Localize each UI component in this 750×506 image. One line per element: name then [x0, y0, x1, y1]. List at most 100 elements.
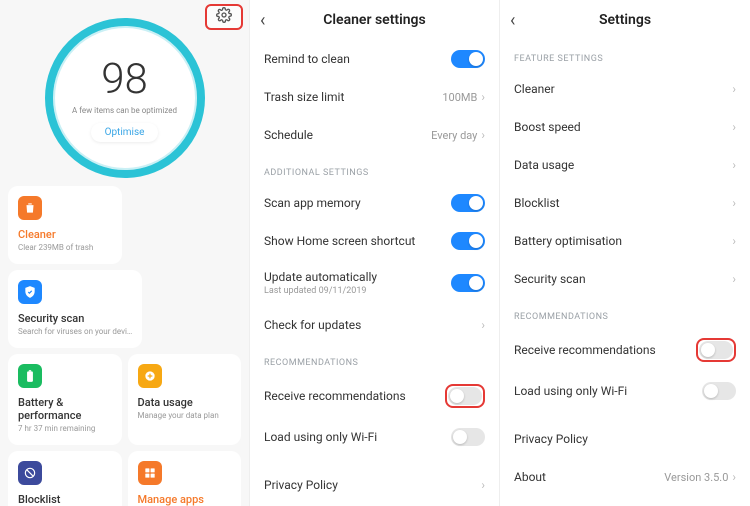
block-icon: [18, 461, 42, 485]
toggle-switch[interactable]: [451, 50, 485, 68]
privacy-label: Privacy Policy: [514, 432, 588, 446]
settings-panel: ‹ Settings FEATURE SETTINGS Cleaner›Boos…: [500, 0, 750, 506]
section-recommendations: RECOMMENDATIONS: [500, 298, 750, 328]
score-value: 98: [101, 55, 148, 104]
row-value: Every day: [431, 129, 477, 142]
card-title: Cleaner: [18, 228, 112, 241]
chevron-right-icon: ›: [481, 318, 485, 332]
row-label: Blocklist: [514, 196, 560, 210]
chevron-right-icon: ›: [732, 82, 736, 96]
chevron-right-icon: ›: [481, 478, 485, 492]
setting-row-show-home-screen-shortcut[interactable]: Show Home screen shortcut: [250, 222, 499, 260]
about-label: About: [514, 470, 546, 484]
gear-icon[interactable]: [216, 7, 232, 27]
row-label: Security scan: [514, 272, 586, 286]
setting-row-update-automatically[interactable]: Update automatically Last updated 09/11/2…: [250, 260, 499, 306]
trash-icon: [18, 196, 42, 220]
about-value: Version 3.5.0: [664, 471, 728, 484]
section-additional: ADDITIONAL SETTINGS: [250, 154, 499, 184]
setting-row-cleaner[interactable]: Cleaner ›: [500, 70, 750, 108]
chevron-right-icon: ›: [732, 470, 736, 484]
highlight-box: [445, 384, 485, 408]
toggle-switch[interactable]: [451, 232, 485, 250]
privacy-policy-row[interactable]: Privacy Policy: [500, 420, 750, 458]
row-label: Check for updates: [264, 318, 361, 332]
page-title: Cleaner settings: [260, 12, 489, 28]
setting-row-trash-size-limit[interactable]: Trash size limit100MB›: [250, 78, 499, 116]
card-subtitle: 7 hr 37 min remaining: [18, 424, 112, 433]
row-label: Cleaner: [514, 82, 555, 96]
setting-row-receive-recommendations[interactable]: Receive recommendations: [250, 374, 499, 418]
row-label: Load using only Wi-Fi: [514, 384, 627, 398]
chevron-right-icon: ›: [732, 234, 736, 248]
setting-row-load-using-only-wi-fi[interactable]: Load using only Wi-Fi: [500, 372, 750, 410]
row-label: Remind to clean: [264, 52, 350, 66]
security-home-panel: 98 A few items can be optimized Optimise…: [0, 0, 250, 506]
battery-icon: [18, 364, 42, 388]
cleaner-settings-panel: ‹ Cleaner settings Remind to cleanTrash …: [250, 0, 500, 506]
row-label: Battery optimisation: [514, 234, 622, 248]
row-value: 100MB: [442, 91, 477, 104]
about-row[interactable]: About Version 3.5.0 ›: [500, 458, 750, 496]
shield-check-icon: [18, 280, 42, 304]
privacy-policy-row[interactable]: Privacy Policy ›: [250, 466, 499, 504]
card-title: Security scan: [18, 312, 132, 325]
row-label: Data usage: [514, 158, 574, 172]
setting-row-blocklist[interactable]: Blocklist ›: [500, 184, 750, 222]
row-label: Scan app memory: [264, 196, 361, 210]
row-label: Receive recommendations: [264, 389, 406, 403]
feature-card-security-scan[interactable]: Security scan Search for viruses on your …: [8, 270, 142, 348]
feature-card-blocklist[interactable]: BlocklistBlock calls and messages: [8, 451, 122, 506]
privacy-label: Privacy Policy: [264, 478, 338, 492]
score-ring: 98 A few items can be optimized Optimise: [45, 18, 205, 178]
setting-row-receive-recommendations[interactable]: Receive recommendations: [500, 328, 750, 372]
row-label: Show Home screen shortcut: [264, 234, 415, 248]
card-subtitle: Manage your data plan: [138, 411, 232, 420]
card-subtitle: Clear 239MB of trash: [18, 243, 112, 252]
chevron-right-icon: ›: [732, 196, 736, 210]
score-subtitle: A few items can be optimized: [72, 106, 177, 115]
feature-card-data-usage[interactable]: Data usage Manage your data plan: [128, 354, 242, 445]
chevron-right-icon: ›: [732, 120, 736, 134]
setting-row-check-for-updates[interactable]: Check for updates ›: [250, 306, 499, 344]
apps-icon: [138, 461, 162, 485]
card-title: Battery & performance: [18, 396, 112, 422]
section-feature: FEATURE SETTINGS: [500, 40, 750, 70]
feature-card-manage-apps[interactable]: Manage apps3 updates are available: [128, 451, 242, 506]
feature-card-battery-performance[interactable]: Battery & performance 7 hr 37 min remaini…: [8, 354, 122, 445]
chevron-right-icon: ›: [481, 128, 485, 142]
toggle-switch[interactable]: [702, 382, 736, 400]
toggle-switch[interactable]: [451, 194, 485, 212]
page-title: Settings: [510, 12, 740, 28]
settings-gear-highlight: [205, 4, 243, 30]
highlight-box: [696, 338, 736, 362]
row-sublabel: Last updated 09/11/2019: [264, 286, 377, 296]
card-title: Data usage: [138, 396, 232, 409]
row-label: Update automatically: [264, 270, 377, 284]
setting-row-data-usage[interactable]: Data usage ›: [500, 146, 750, 184]
toggle-switch[interactable]: [451, 428, 485, 446]
setting-row-remind-to-clean[interactable]: Remind to clean: [250, 40, 499, 78]
card-title: Blocklist: [18, 493, 112, 506]
chevron-right-icon: ›: [732, 272, 736, 286]
data-icon: [138, 364, 162, 388]
setting-row-schedule[interactable]: ScheduleEvery day›: [250, 116, 499, 154]
setting-row-scan-app-memory[interactable]: Scan app memory: [250, 184, 499, 222]
optimise-button[interactable]: Optimise: [91, 123, 159, 142]
row-label: Load using only Wi-Fi: [264, 430, 377, 444]
chevron-right-icon: ›: [732, 158, 736, 172]
toggle-switch[interactable]: [448, 387, 482, 405]
card-title: Manage apps: [138, 493, 232, 506]
row-label: Boost speed: [514, 120, 581, 134]
setting-row-battery-optimisation[interactable]: Battery optimisation ›: [500, 222, 750, 260]
setting-row-security-scan[interactable]: Security scan ›: [500, 260, 750, 298]
section-recommendations: RECOMMENDATIONS: [250, 344, 499, 374]
setting-row-boost-speed[interactable]: Boost speed ›: [500, 108, 750, 146]
setting-row-load-using-only-wi-fi[interactable]: Load using only Wi-Fi: [250, 418, 499, 456]
toggle-switch[interactable]: [451, 274, 485, 292]
toggle-switch[interactable]: [699, 341, 733, 359]
row-label: Receive recommendations: [514, 343, 656, 357]
card-subtitle: Search for viruses on your devi…: [18, 327, 132, 336]
chevron-right-icon: ›: [481, 90, 485, 104]
feature-card-cleaner[interactable]: Cleaner Clear 239MB of trash: [8, 186, 122, 264]
